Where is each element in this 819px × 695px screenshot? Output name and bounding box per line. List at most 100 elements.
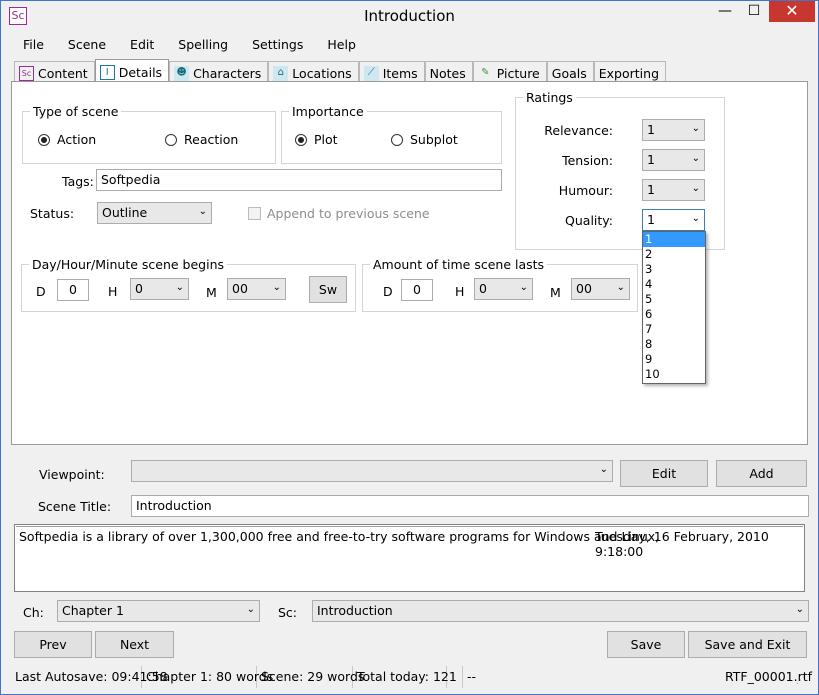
quality-select[interactable]: 1 ⌄ [642, 209, 705, 231]
tab-details[interactable]: I Details [94, 59, 170, 82]
edit-viewpoint-button[interactable]: Edit [620, 460, 708, 487]
subplot-radio[interactable]: Subplot [391, 132, 458, 147]
menu-edit[interactable]: Edit [118, 34, 166, 54]
tab-content[interactable]: Sc Content [14, 61, 95, 82]
quality-dropdown-list: 1 2 3 4 5 6 7 8 9 10 [642, 231, 706, 384]
menu-scene[interactable]: Scene [56, 34, 118, 54]
lasts-minute-select[interactable]: 00 ⌄ [571, 278, 630, 300]
quality-option[interactable]: 7 [643, 322, 705, 337]
tab-goals[interactable]: Goals [546, 61, 594, 82]
scene-select[interactable]: Introduction ⌄ [312, 600, 809, 622]
ratings-legend: Ratings [526, 90, 573, 105]
begins-hour-select[interactable]: 0 ⌄ [130, 278, 189, 300]
plot-label: Plot [314, 132, 338, 147]
tab-label: Locations [292, 65, 352, 81]
relevance-select[interactable]: 1 ⌄ [642, 119, 705, 141]
viewpoint-select[interactable]: ⌄ [131, 460, 613, 482]
begins-m-label: M [206, 285, 217, 300]
chevron-down-icon: ⌄ [616, 282, 625, 293]
chevron-down-icon: ⌄ [272, 282, 281, 293]
quality-value: 1 [647, 212, 655, 227]
scene-words-status: Scene: 29 words [257, 666, 364, 688]
chapter-select[interactable]: Chapter 1 ⌄ [57, 600, 260, 622]
tab-locations[interactable]: ⌂ Locations [268, 61, 359, 82]
begins-d-label: D [36, 284, 46, 299]
maximize-icon[interactable]: ☐ [741, 1, 767, 22]
quality-option[interactable]: 3 [643, 262, 705, 277]
tab-characters[interactable]: ☻ Characters [169, 61, 269, 82]
lasts-h-label: H [455, 284, 465, 299]
menu-settings[interactable]: Settings [240, 34, 315, 54]
append-checkbox[interactable]: Append to previous scene [248, 206, 430, 221]
status-select[interactable]: Outline ⌄ [97, 202, 212, 224]
save-button[interactable]: Save [607, 631, 685, 658]
chevron-down-icon: ⌄ [691, 183, 700, 194]
chevron-down-icon: ⌄ [691, 123, 700, 134]
chevron-down-icon: ⌄ [519, 282, 528, 293]
plot-radio[interactable]: Plot [295, 132, 338, 147]
next-button[interactable]: Next [95, 631, 174, 658]
location-icon: ⌂ [273, 65, 289, 81]
radio-selected-icon [38, 133, 50, 146]
reaction-radio[interactable]: Reaction [165, 132, 238, 147]
quality-option[interactable]: 2 [643, 247, 705, 262]
sw-button[interactable]: Sw [309, 276, 347, 303]
begins-legend: Day/Hour/Minute scene begins [32, 257, 225, 272]
quality-option[interactable]: 1 [643, 232, 705, 247]
scene-timestamp: Tuesday, 16 February, 2010 9:18:00 [595, 529, 769, 559]
subplot-label: Subplot [410, 132, 458, 147]
quality-option[interactable]: 6 [643, 307, 705, 322]
quality-option[interactable]: 9 [643, 352, 705, 367]
quality-option[interactable]: 4 [643, 277, 705, 292]
tension-label: Tension: [562, 153, 613, 168]
tab-label: Notes [429, 65, 466, 81]
chevron-down-icon: ⌄ [175, 282, 184, 293]
tags-input[interactable]: Softpedia [96, 169, 502, 191]
character-icon: ☻ [174, 65, 190, 81]
tab-label: Picture [496, 65, 540, 81]
lasts-m-label: M [550, 285, 561, 300]
tension-value: 1 [647, 152, 655, 167]
close-icon[interactable]: ✕ [769, 1, 815, 22]
tab-label: Exporting [598, 65, 659, 81]
tags-label: Tags: [62, 174, 94, 189]
scene-title-input[interactable]: Introduction [131, 495, 809, 517]
scene-text-area[interactable]: Softpedia is a library of over 1,300,000… [14, 524, 805, 592]
tab-picture[interactable]: ✎ Picture [472, 61, 547, 82]
prev-button[interactable]: Prev [14, 631, 92, 658]
tab-items[interactable]: ⟋ Items [358, 61, 425, 82]
humour-select[interactable]: 1 ⌄ [642, 179, 705, 201]
chevron-down-icon: ⌄ [795, 604, 804, 615]
file-status: RTF_00001.rtf [725, 669, 813, 684]
autosave-status: Last Autosave: 09:41:58 [11, 666, 168, 688]
menu-file[interactable]: File [11, 34, 56, 54]
begins-minute-select[interactable]: 00 ⌄ [227, 278, 286, 300]
lasts-day-input[interactable]: 0 [401, 279, 433, 301]
tab-label: Details [118, 64, 163, 80]
radio-unselected-icon [165, 133, 177, 146]
picture-icon: ✎ [481, 66, 490, 78]
resize-grip-icon[interactable]: ⋰ [796, 676, 805, 686]
tab-label: Goals [551, 65, 587, 81]
quality-option[interactable]: 10 [643, 367, 705, 382]
tab-notes[interactable]: Notes [424, 61, 473, 82]
save-and-exit-button[interactable]: Save and Exit [688, 631, 807, 658]
quality-option[interactable]: 5 [643, 292, 705, 307]
add-viewpoint-button[interactable]: Add [716, 460, 807, 487]
status-bar: Last Autosave: 09:41:58 Chapter 1: 80 wo… [11, 666, 813, 688]
tab-exporting[interactable]: Exporting [593, 61, 666, 82]
quality-label: Quality: [565, 213, 613, 228]
tension-select[interactable]: 1 ⌄ [642, 149, 705, 171]
menu-spelling[interactable]: Spelling [166, 34, 240, 54]
title-bar[interactable]: Sc Introduction — ☐ ✕ [1, 1, 818, 32]
lasts-hour-select[interactable]: 0 ⌄ [474, 278, 533, 300]
action-radio[interactable]: Action [38, 132, 96, 147]
menu-help[interactable]: Help [315, 34, 368, 54]
quality-option[interactable]: 8 [643, 337, 705, 352]
chevron-down-icon: ⌄ [198, 206, 207, 217]
lasts-hour-value: 0 [479, 281, 487, 296]
minimize-icon[interactable]: — [712, 1, 738, 22]
total-today-status: Total today: 121 [353, 666, 457, 688]
dash-status: -- [467, 669, 477, 684]
begins-day-input[interactable]: 0 [57, 279, 89, 301]
